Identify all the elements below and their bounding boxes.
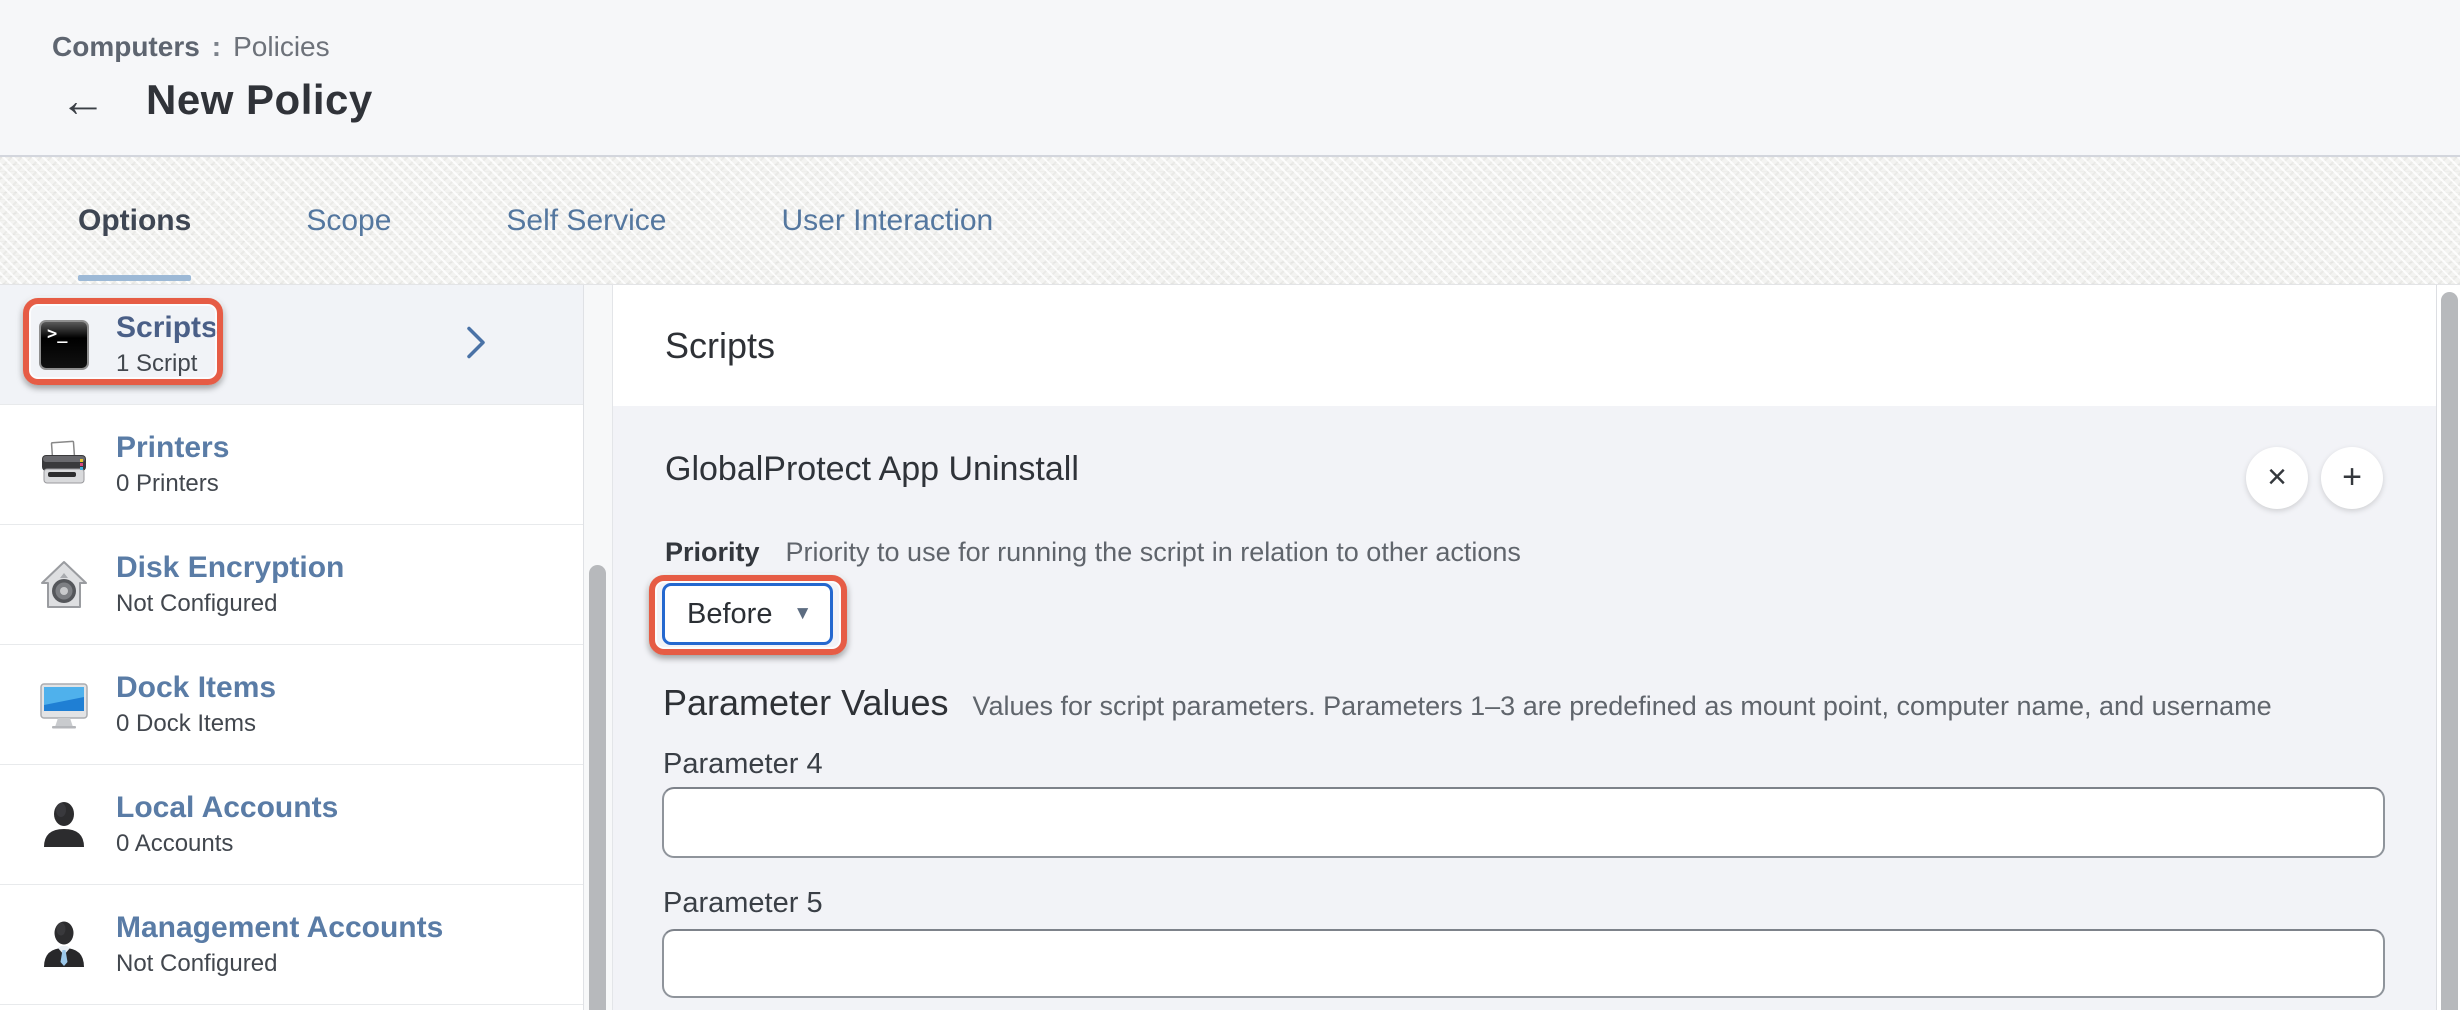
tab-self-service-label: Self Service: [506, 204, 666, 238]
page-header: Computers : Policies ← New Policy: [0, 0, 2460, 157]
sidebar-item-sublabel: 0 Dock Items: [116, 710, 276, 738]
sidebar-item-label: Dock Items: [116, 671, 276, 706]
parameter-4-label: Parameter 4: [663, 748, 823, 781]
sidebar-item-label: Disk Encryption: [116, 551, 344, 586]
tab-user-interaction-label: User Interaction: [781, 204, 993, 238]
sidebar-item-sublabel: Not Configured: [116, 950, 443, 978]
sidebar-item-local-accounts[interactable]: Local Accounts 0 Accounts: [0, 765, 583, 885]
breadcrumb-separator: :: [212, 31, 221, 63]
priority-select[interactable]: Before ▼: [662, 583, 833, 645]
parameter-5-label: Parameter 5: [663, 887, 823, 920]
sidebar-item-text: Disk Encryption Not Configured: [116, 551, 344, 619]
chevron-right-icon: [464, 323, 488, 366]
tab-scope[interactable]: Scope: [306, 157, 391, 284]
priority-label: Priority: [665, 537, 760, 568]
parameter-values-description: Values for script parameters. Parameters…: [972, 691, 2271, 722]
tab-options[interactable]: Options: [78, 157, 191, 284]
remove-script-button[interactable]: ×: [2246, 447, 2308, 509]
sidebar-item-text: Management Accounts Not Configured: [116, 911, 443, 979]
sidebar-item-label: Printers: [116, 431, 229, 466]
user-tie-icon: [38, 919, 90, 971]
main-scrollbar-thumb[interactable]: [2441, 292, 2458, 1010]
priority-select-value: Before: [687, 598, 772, 631]
script-config-panel: GlobalProtect App Uninstall × + Priority…: [613, 406, 2436, 1010]
priority-row: Priority Priority to use for running the…: [665, 537, 1521, 568]
parameter-values-heading: Parameter Values: [663, 682, 948, 724]
payload-sidebar: >_ Scripts 1 Script: [0, 285, 583, 1010]
tab-options-label: Options: [78, 204, 191, 238]
sidebar-item-sublabel: 0 Printers: [116, 470, 229, 498]
tab-bar: Options Scope Self Service User Interact…: [0, 157, 2460, 285]
close-icon: ×: [2267, 460, 2287, 494]
main-panel: Scripts GlobalProtect App Uninstall × + …: [613, 285, 2436, 1010]
dropdown-caret-icon: ▼: [793, 603, 812, 625]
main-scrollbar[interactable]: [2436, 285, 2460, 1010]
plus-icon: +: [2342, 460, 2362, 494]
sidebar-item-text: Local Accounts 0 Accounts: [116, 791, 338, 859]
sidebar-item-label: Local Accounts: [116, 791, 338, 826]
parameter-5-input[interactable]: [662, 929, 2385, 998]
sidebar-item-sublabel: 1 Script: [116, 350, 218, 378]
content-area: >_ Scripts 1 Script: [0, 285, 2460, 1010]
breadcrumb: Computers : Policies: [52, 31, 330, 63]
tab-scope-label: Scope: [306, 204, 391, 238]
sidebar-item-label: Scripts: [116, 311, 218, 346]
sidebar-scrollbar[interactable]: [583, 285, 613, 1010]
sidebar-item-text: Dock Items 0 Dock Items: [116, 671, 276, 739]
add-script-button[interactable]: +: [2321, 447, 2383, 509]
sidebar-item-scripts[interactable]: >_ Scripts 1 Script: [0, 285, 583, 405]
section-header: Scripts: [613, 285, 2436, 406]
priority-description: Priority to use for running the script i…: [786, 537, 1521, 568]
sidebar-item-sublabel: 0 Accounts: [116, 830, 338, 858]
disk-encryption-icon: [38, 559, 90, 611]
parameter-values-row: Parameter Values Values for script param…: [663, 682, 2272, 724]
sidebar-item-disk-encryption[interactable]: Disk Encryption Not Configured: [0, 525, 583, 645]
breadcrumb-computers[interactable]: Computers: [52, 31, 200, 63]
back-arrow-icon[interactable]: ←: [60, 77, 106, 123]
user-silhouette-icon: [38, 799, 90, 851]
tab-user-interaction[interactable]: User Interaction: [781, 157, 993, 284]
parameter-4-input[interactable]: [662, 787, 2385, 858]
sidebar-item-label: Management Accounts: [116, 911, 443, 946]
breadcrumb-policies[interactable]: Policies: [233, 31, 329, 63]
sidebar-item-dock-items[interactable]: Dock Items 0 Dock Items: [0, 645, 583, 765]
section-title: Scripts: [665, 325, 775, 367]
sidebar-item-sublabel: Not Configured: [116, 590, 344, 618]
tab-self-service[interactable]: Self Service: [506, 157, 666, 284]
title-row: ← New Policy: [60, 76, 373, 124]
sidebar-item-text: Printers 0 Printers: [116, 431, 229, 499]
sidebar-scrollbar-thumb[interactable]: [589, 565, 606, 1010]
sidebar-item-text: Scripts 1 Script: [116, 311, 218, 379]
policy-editor-page: Computers : Policies ← New Policy Option…: [0, 0, 2460, 1010]
printer-icon: [38, 439, 90, 491]
terminal-icon: >_: [38, 319, 90, 371]
sidebar-item-printers[interactable]: Printers 0 Printers: [0, 405, 583, 525]
page-title: New Policy: [146, 76, 373, 124]
imac-display-icon: [38, 679, 90, 731]
script-name: GlobalProtect App Uninstall: [665, 450, 1079, 489]
sidebar-item-management-accounts[interactable]: Management Accounts Not Configured: [0, 885, 583, 1005]
